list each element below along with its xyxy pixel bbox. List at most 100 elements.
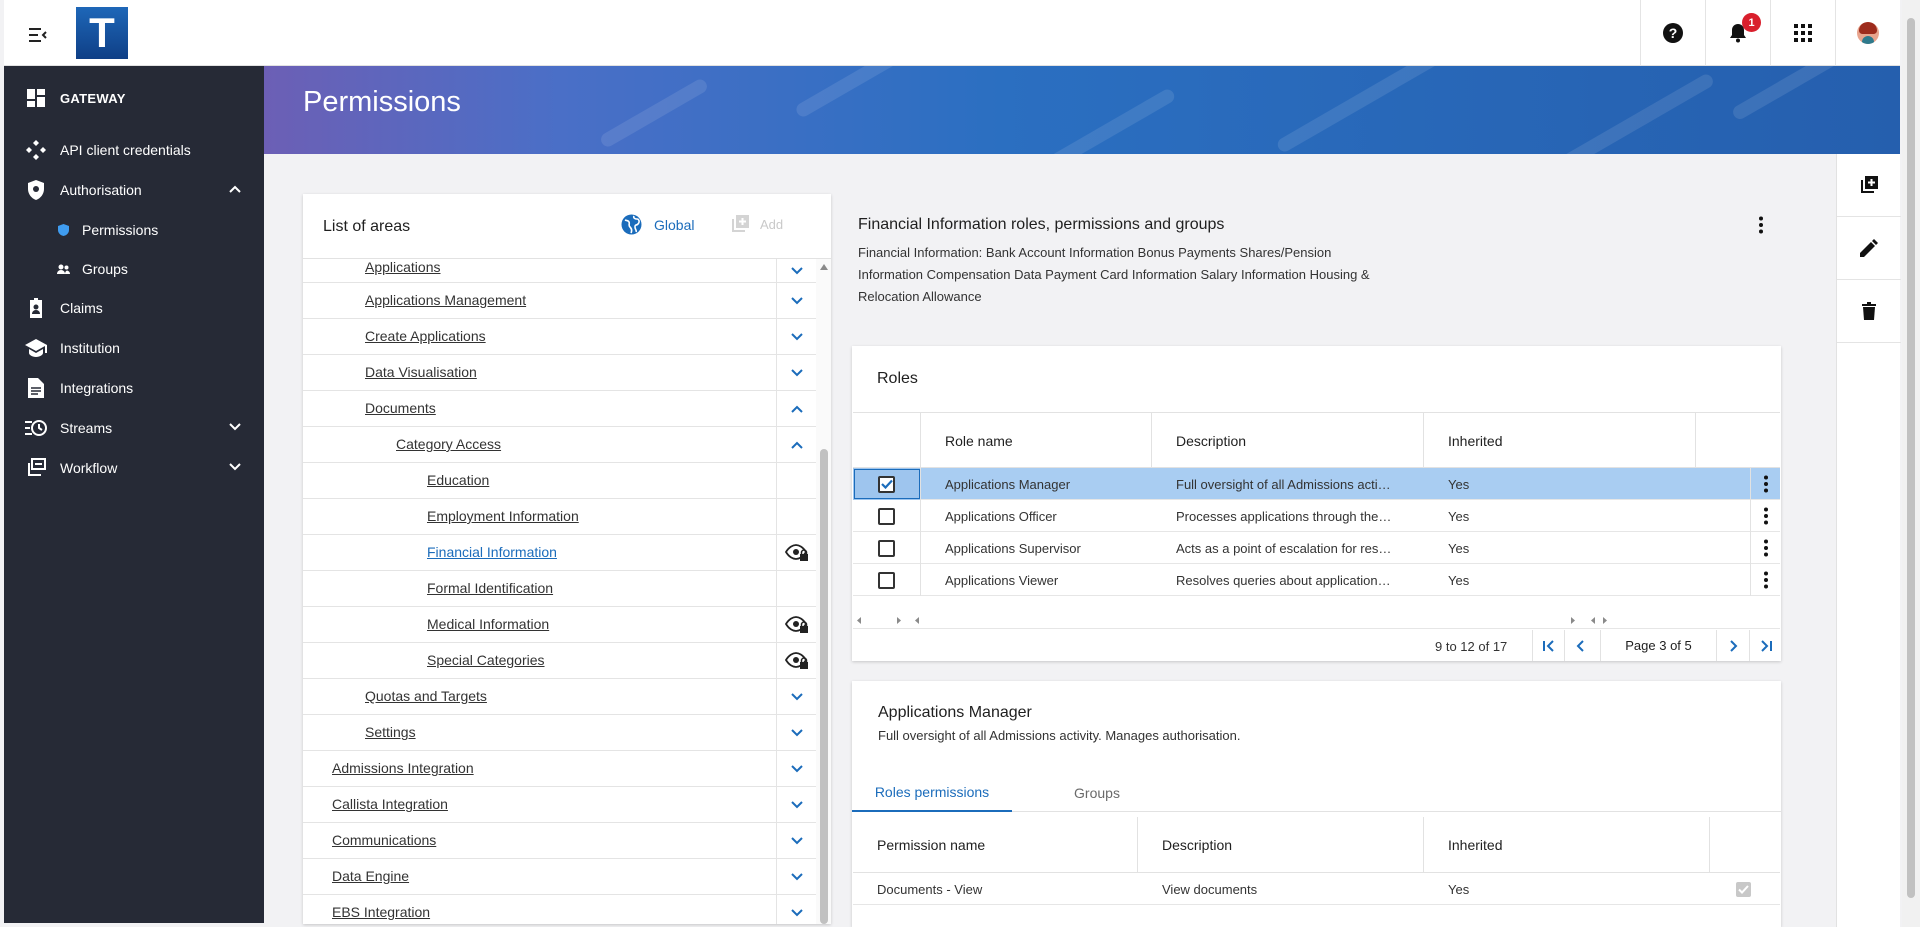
banner-decoration: [1275, 66, 1473, 154]
expand-button[interactable]: [776, 859, 816, 895]
tree-item-medical-information[interactable]: Medical Information: [427, 616, 549, 632]
table-row[interactable]: Applications Officer Processes applicati…: [853, 500, 1780, 532]
sidebar-item-groups[interactable]: Groups: [4, 249, 264, 288]
tree-item-quotas-and-targets[interactable]: Quotas and Targets: [365, 688, 487, 704]
permission-checkbox-cell: [1710, 873, 1780, 905]
expand-button[interactable]: [776, 823, 816, 859]
sidebar-item-gateway[interactable]: GATEWAY: [4, 66, 264, 130]
tree-item-employment-information[interactable]: Employment Information: [427, 508, 579, 524]
expand-button[interactable]: [776, 319, 816, 355]
column-header[interactable]: Permission name: [853, 817, 1138, 873]
tree-item-create-applications[interactable]: Create Applications: [365, 328, 486, 344]
tree-item-documents[interactable]: Documents: [365, 400, 436, 416]
scroll-thumb[interactable]: [820, 449, 828, 924]
restricted-view-button[interactable]: [776, 643, 816, 679]
global-button[interactable]: Global: [621, 214, 694, 235]
empty-action: [776, 571, 816, 607]
more-options-button[interactable]: [1758, 216, 1764, 234]
tree-item-category-access[interactable]: Category Access: [396, 436, 501, 452]
tree-item-formal-identification[interactable]: Formal Identification: [427, 580, 553, 596]
help-button[interactable]: ?: [1640, 0, 1705, 66]
row-checkbox[interactable]: [878, 539, 895, 557]
collapse-button[interactable]: [776, 427, 816, 463]
first-page-button[interactable]: [1532, 630, 1564, 661]
tree-item-education[interactable]: Education: [427, 472, 489, 488]
areas-scrollbar[interactable]: [816, 259, 831, 924]
tree-item-financial-information[interactable]: Financial Information: [427, 544, 557, 560]
row-checkbox[interactable]: [878, 571, 895, 589]
sidebar-item-claims[interactable]: Claims: [4, 288, 264, 328]
tree-item-callista-integration[interactable]: Callista Integration: [332, 796, 448, 812]
edit-button[interactable]: [1837, 217, 1901, 280]
scroll-up-icon[interactable]: [819, 263, 829, 271]
tab-roles-permissions[interactable]: Roles permissions: [852, 774, 1012, 812]
tree-item-communications[interactable]: Communications: [332, 832, 436, 848]
sidebar-item-authorisation[interactable]: Authorisation: [4, 170, 264, 210]
row-checkbox[interactable]: [878, 475, 895, 493]
apps-button[interactable]: [1770, 0, 1835, 66]
role-detail-title: Applications Manager: [878, 704, 1032, 721]
next-page-button[interactable]: [1717, 630, 1749, 661]
collapse-button[interactable]: [776, 391, 816, 427]
sidebar-item-api-client-credentials[interactable]: API client credentials: [4, 130, 264, 170]
row-checkbox[interactable]: [878, 507, 895, 525]
expand-button[interactable]: [776, 715, 816, 751]
app-logo[interactable]: T: [76, 7, 128, 59]
sidebar-item-workflow[interactable]: Workflow: [4, 448, 264, 488]
tree-item-data-visualisation[interactable]: Data Visualisation: [365, 364, 477, 380]
last-page-button[interactable]: [1749, 630, 1781, 661]
table-row[interactable]: Documents - View View documents Yes: [853, 873, 1780, 905]
column-header[interactable]: Role name: [921, 413, 1152, 469]
tree-item-applications[interactable]: Applications: [365, 259, 441, 275]
add-role-button[interactable]: [1837, 154, 1901, 217]
page-scroll-thumb[interactable]: [1907, 18, 1915, 898]
column-header[interactable]: Description: [1152, 413, 1424, 469]
role-inherited-cell: Yes: [1448, 508, 1470, 524]
table-row[interactable]: Applications Viewer Resolves queries abo…: [853, 564, 1780, 596]
tab-groups[interactable]: Groups: [1027, 774, 1167, 812]
tree-item-special-categories[interactable]: Special Categories: [427, 652, 545, 668]
sidebar-item-streams[interactable]: Streams: [4, 408, 264, 448]
row-menu-button[interactable]: [1750, 468, 1780, 500]
user-menu-button[interactable]: [1835, 0, 1900, 66]
role-description-cell: Acts as a point of escalation for res…: [1176, 540, 1392, 556]
areas-panel-title: List of areas: [323, 218, 411, 235]
delete-button[interactable]: [1837, 280, 1901, 343]
column-header[interactable]: Inherited: [1424, 413, 1696, 469]
sidebar-item-permissions[interactable]: Permissions: [4, 210, 264, 249]
row-menu-button[interactable]: [1750, 500, 1780, 532]
expand-button[interactable]: [776, 895, 816, 924]
expand-button[interactable]: [776, 787, 816, 823]
restricted-view-button[interactable]: [776, 535, 816, 571]
add-area-button[interactable]: Add: [730, 214, 783, 234]
expand-button[interactable]: [776, 283, 816, 319]
expand-button[interactable]: [776, 679, 816, 715]
table-row[interactable]: Applications Manager Full oversight of a…: [853, 468, 1780, 500]
select-column-header: [853, 413, 921, 469]
sidebar-item-integrations[interactable]: Integrations: [4, 368, 264, 408]
tree-item-data-engine[interactable]: Data Engine: [332, 868, 409, 884]
restricted-view-button[interactable]: [776, 607, 816, 643]
expand-button[interactable]: [776, 355, 816, 391]
tree-item-applications-management[interactable]: Applications Management: [365, 292, 526, 308]
tree-item-admissions-integration[interactable]: Admissions Integration: [332, 760, 474, 776]
tree-item-settings[interactable]: Settings: [365, 724, 416, 740]
column-header[interactable]: Inherited: [1424, 817, 1710, 873]
row-menu-button[interactable]: [1750, 564, 1780, 596]
page-scrollbar[interactable]: [1902, 0, 1920, 927]
horizontal-scrollbar[interactable]: [853, 612, 1780, 629]
expand-button[interactable]: [776, 259, 816, 283]
previous-page-button[interactable]: [1564, 630, 1596, 661]
table-row[interactable]: Applications Supervisor Acts as a point …: [853, 532, 1780, 564]
notifications-button[interactable]: 1: [1705, 0, 1770, 66]
tree-item-ebs-integration[interactable]: EBS Integration: [332, 904, 430, 920]
dashboard-icon: [25, 87, 47, 109]
banner-decoration: [1730, 66, 1868, 122]
sidebar-item-institution[interactable]: Institution: [4, 328, 264, 368]
chevron-left-icon: [1576, 639, 1584, 652]
menu-collapse-icon[interactable]: [20, 20, 56, 50]
expand-button[interactable]: [776, 751, 816, 787]
tree-row: Settings: [303, 715, 816, 751]
row-menu-button[interactable]: [1750, 532, 1780, 564]
column-header[interactable]: Description: [1138, 817, 1424, 873]
